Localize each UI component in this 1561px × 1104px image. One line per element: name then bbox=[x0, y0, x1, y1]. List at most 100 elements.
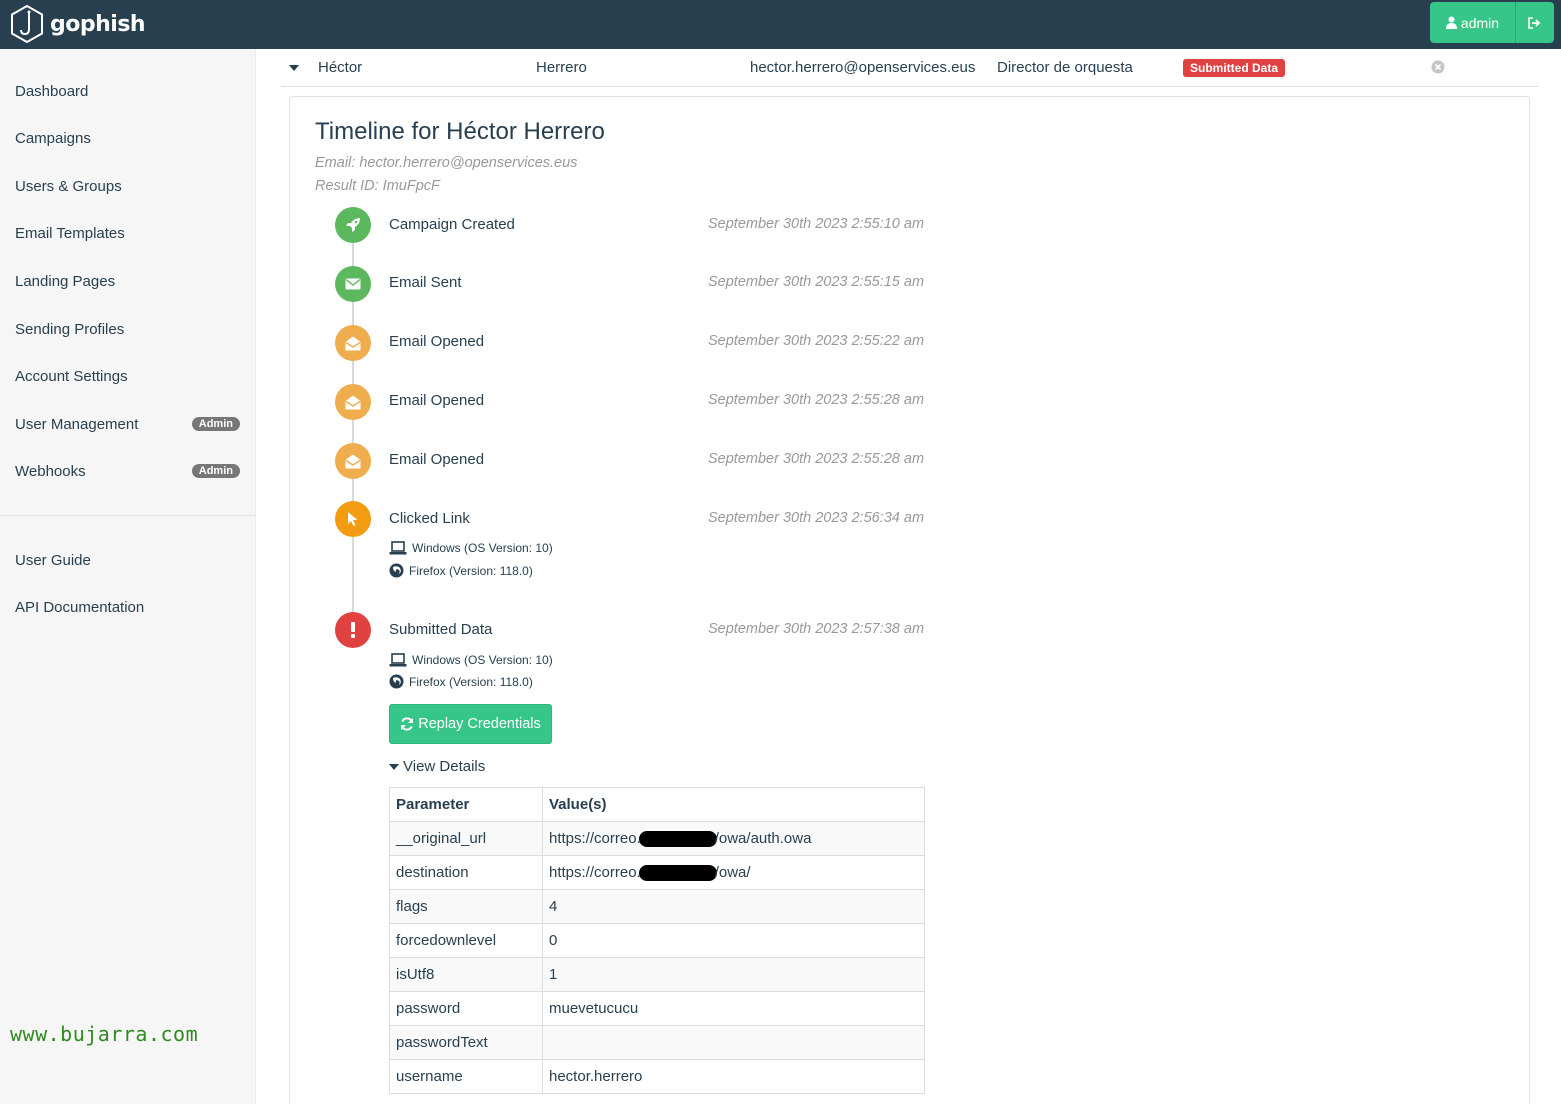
browser-text: Firefox (Version: 118.0) bbox=[409, 674, 533, 689]
timeline-event-date: September 30th 2023 2:55:28 am bbox=[708, 451, 925, 467]
timeline-event-label: Campaign Created bbox=[389, 216, 515, 233]
param-cell: __original_url bbox=[389, 821, 543, 856]
result-row[interactable]: Héctor Herrero hector.herrero@openservic… bbox=[281, 50, 1538, 87]
submitted-data-table: Parameter Value(s) __original_url https:… bbox=[389, 787, 925, 1094]
timeline-event-date: September 30th 2023 2:57:38 am bbox=[708, 621, 925, 637]
sidebar-item-users-groups[interactable]: Users & Groups bbox=[15, 174, 240, 198]
param-cell: isUtf8 bbox=[389, 957, 543, 992]
envelope-open-icon bbox=[335, 443, 371, 479]
sidebar-item-account-settings[interactable]: Account Settings bbox=[15, 364, 240, 388]
value-cell: https://correo. /owa/auth.owa bbox=[542, 821, 925, 856]
sidebar-item-label: Email Templates bbox=[15, 224, 125, 242]
sidebar-item-api-documentation[interactable]: API Documentation bbox=[15, 595, 240, 619]
sidebar-item-email-templates[interactable]: Email Templates bbox=[15, 221, 240, 245]
value-cell: hector.herrero bbox=[542, 1059, 925, 1094]
timeline-title: Timeline for Héctor Herrero bbox=[315, 118, 605, 145]
sidebar-item-sending-profiles[interactable]: Sending Profiles bbox=[15, 317, 240, 341]
admin-user-button[interactable]: admin bbox=[1430, 2, 1516, 43]
user-menu: admin bbox=[1430, 2, 1554, 43]
param-cell: destination bbox=[389, 855, 543, 890]
sidebar-item-user-management[interactable]: User Management Admin bbox=[15, 412, 240, 436]
sidebar-item-dashboard[interactable]: Dashboard bbox=[15, 79, 240, 103]
timeline-event-label: Email Opened bbox=[389, 333, 485, 350]
timeline-event-label: Email Sent bbox=[389, 274, 462, 291]
admin-user-label: admin bbox=[1460, 14, 1500, 31]
sidebar-item-user-guide[interactable]: User Guide bbox=[15, 548, 240, 572]
param-cell: password bbox=[389, 991, 543, 1026]
param-cell: passwordText bbox=[389, 1025, 543, 1060]
timeline-event-label: Clicked Link bbox=[389, 510, 470, 527]
sidebar-item-label: Account Settings bbox=[15, 367, 128, 385]
exclamation-icon bbox=[335, 612, 371, 648]
first-name-cell: Héctor bbox=[318, 59, 363, 76]
timeline-event-label: Email Opened bbox=[389, 392, 485, 409]
sidebar-item-label: Users & Groups bbox=[15, 177, 122, 195]
logout-button[interactable] bbox=[1516, 2, 1554, 43]
close-circle-icon[interactable] bbox=[1431, 60, 1445, 74]
email-cell: hector.herrero@openservices.eus bbox=[750, 59, 976, 76]
value-cell: muevetucucu bbox=[542, 991, 925, 1026]
table-row: password muevetucucu bbox=[389, 991, 925, 1026]
refresh-icon bbox=[401, 717, 414, 731]
timeline-event-date: September 30th 2023 2:56:34 am bbox=[708, 510, 925, 526]
timeline-event-label: Email Opened bbox=[389, 451, 485, 468]
column-header-parameter: Parameter bbox=[389, 787, 543, 822]
value-cell: 4 bbox=[542, 889, 925, 924]
table-row: username hector.herrero bbox=[389, 1059, 925, 1094]
sidebar: Dashboard Campaigns Users & Groups Email… bbox=[0, 49, 256, 1104]
sidebar-item-webhooks[interactable]: Webhooks Admin bbox=[15, 459, 240, 483]
view-details-toggle[interactable]: View Details bbox=[389, 758, 485, 775]
admin-badge: Admin bbox=[191, 417, 240, 431]
brand[interactable]: gophish bbox=[10, 4, 146, 44]
column-header-values: Value(s) bbox=[542, 787, 925, 822]
sidebar-item-label: Dashboard bbox=[15, 82, 89, 100]
timeline-event-date: September 30th 2023 2:55:10 am bbox=[708, 216, 925, 232]
last-name-cell: Herrero bbox=[536, 59, 587, 76]
sidebar-item-label: User Management bbox=[15, 415, 139, 433]
sidebar-item-label: User Guide bbox=[15, 551, 91, 569]
sidebar-item-campaigns[interactable]: Campaigns bbox=[15, 126, 240, 150]
admin-badge: Admin bbox=[191, 464, 240, 478]
replay-credentials-button[interactable]: Replay Credentials bbox=[389, 704, 552, 744]
gophish-logo-icon bbox=[11, 5, 43, 43]
value-cell bbox=[542, 1025, 925, 1060]
value-cell: 0 bbox=[542, 923, 925, 958]
expand-caret-icon[interactable] bbox=[289, 65, 299, 71]
table-header-row: Parameter Value(s) bbox=[389, 787, 925, 822]
browser-info: Firefox (Version: 118.0) bbox=[389, 563, 533, 578]
sidebar-item-label: Webhooks bbox=[15, 462, 86, 480]
redaction-mark bbox=[638, 831, 717, 848]
redaction-mark bbox=[638, 865, 717, 882]
sidebar-item-label: Campaigns bbox=[15, 129, 91, 147]
os-info: Windows (OS Version: 10) bbox=[389, 541, 553, 555]
table-row: passwordText bbox=[389, 1025, 925, 1060]
timeline-event-label: Submitted Data bbox=[389, 621, 493, 638]
logout-icon bbox=[1528, 16, 1541, 29]
laptop-icon bbox=[389, 653, 407, 667]
user-icon bbox=[1445, 16, 1457, 29]
envelope-open-icon bbox=[335, 384, 371, 420]
position-cell: Director de orquesta bbox=[997, 59, 1133, 76]
timeline-result-id: Result ID: ImuFpcF bbox=[315, 178, 440, 194]
view-details-label: View Details bbox=[403, 758, 486, 775]
param-cell: forcedownlevel bbox=[389, 923, 543, 958]
value-suffix: /owa/auth.owa bbox=[714, 829, 812, 847]
param-cell: username bbox=[389, 1059, 543, 1094]
sidebar-item-label: Sending Profiles bbox=[15, 320, 125, 338]
value-prefix: https://correo. bbox=[549, 829, 641, 847]
browser-text: Firefox (Version: 118.0) bbox=[409, 563, 533, 578]
envelope-open-icon bbox=[335, 325, 371, 361]
param-cell: flags bbox=[389, 889, 543, 924]
timeline-email: Email: hector.herrero@openservices.eus bbox=[315, 155, 578, 171]
table-row: destination https://correo. /owa/ bbox=[389, 855, 925, 890]
table-row: __original_url https://correo. /owa/auth.… bbox=[389, 821, 925, 856]
sidebar-item-landing-pages[interactable]: Landing Pages bbox=[15, 269, 240, 293]
table-row: flags 4 bbox=[389, 889, 925, 924]
timeline-event-date: September 30th 2023 2:55:28 am bbox=[708, 392, 925, 408]
replay-credentials-label: Replay Credentials bbox=[418, 716, 541, 732]
browser-info: Firefox (Version: 118.0) bbox=[389, 674, 533, 689]
value-prefix: https://correo. bbox=[549, 863, 641, 881]
value-cell: 1 bbox=[542, 957, 925, 992]
caret-down-icon bbox=[389, 763, 399, 770]
laptop-icon bbox=[389, 541, 407, 555]
